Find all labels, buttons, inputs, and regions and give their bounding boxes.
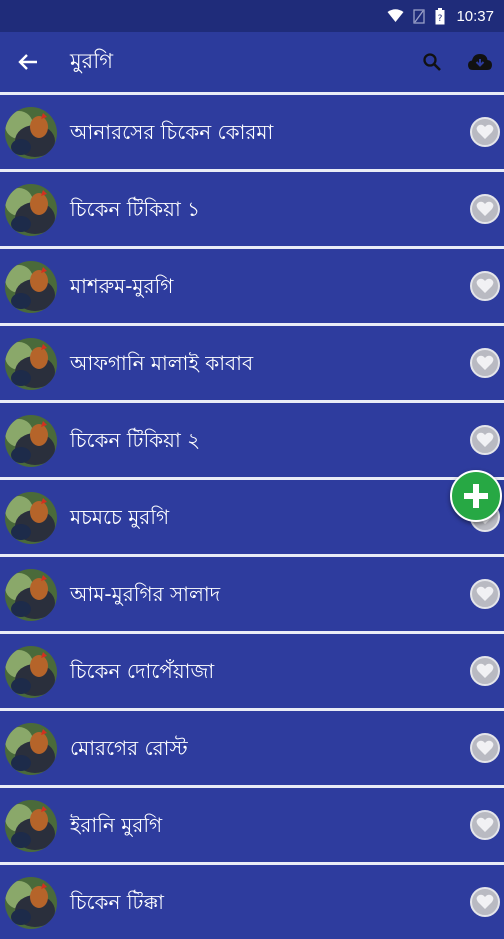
heart-icon[interactable] (470, 194, 500, 224)
recipe-row[interactable]: মোরগের রোস্ট (0, 708, 504, 785)
recipe-title: মোরগের রোস্ট (70, 736, 188, 760)
heart-icon[interactable] (470, 733, 500, 763)
recipe-title: চিকেন দোপেঁয়াজা (70, 659, 215, 683)
recipe-title: চিকেন টিকিয়া ২ (70, 428, 201, 452)
search-button[interactable] (408, 32, 456, 92)
recipe-thumbnail (5, 800, 57, 852)
cloud-download-icon (468, 54, 492, 70)
recipe-row[interactable]: ইরানি মুরগি (0, 785, 504, 862)
recipe-row[interactable]: চিকেন টিক্কা (0, 862, 504, 939)
download-button[interactable] (456, 32, 504, 92)
recipe-row[interactable]: মাশরুম-মুরগি (0, 246, 504, 323)
heart-icon[interactable] (470, 348, 500, 378)
signal-off-icon (413, 9, 426, 24)
recipe-row[interactable]: আনারসের চিকেন কোরমা (0, 92, 504, 169)
heart-icon[interactable] (470, 810, 500, 840)
battery-icon: ? (435, 7, 445, 24)
back-button[interactable] (0, 32, 56, 92)
recipe-title: আনারসের চিকেন কোরমা (70, 120, 274, 144)
recipe-title: আফগানি মালাই কাবাব (70, 351, 254, 375)
app-bar: মুরগি (0, 32, 504, 92)
status-bar: ? 10:37 (0, 0, 504, 32)
plus-icon (464, 484, 488, 508)
recipe-thumbnail (5, 877, 57, 929)
recipe-thumbnail (5, 646, 57, 698)
arrow-left-icon (18, 54, 37, 70)
heart-icon[interactable] (470, 425, 500, 455)
recipe-thumbnail (5, 184, 57, 236)
recipe-row[interactable]: চিকেন দোপেঁয়াজা (0, 631, 504, 708)
recipe-thumbnail (5, 261, 57, 313)
recipe-title: চিকেন টিক্কা (70, 890, 164, 914)
heart-icon[interactable] (470, 271, 500, 301)
heart-icon[interactable] (470, 887, 500, 917)
recipe-row[interactable]: আফগানি মালাই কাবাব (0, 323, 504, 400)
recipe-thumbnail (5, 338, 57, 390)
recipe-thumbnail (5, 415, 57, 467)
recipe-thumbnail (5, 723, 57, 775)
page-title: মুরগি (70, 48, 113, 73)
recipe-title: মচমচে মুরগি (70, 505, 170, 529)
add-button[interactable] (450, 470, 502, 522)
recipe-title: মাশরুম-মুরগি (70, 274, 174, 298)
recipe-row[interactable]: আম-মুরগির সালাদ (0, 554, 504, 631)
wifi-icon (387, 9, 404, 22)
heart-icon[interactable] (470, 117, 500, 147)
recipe-row[interactable]: মচমচে মুরগি (0, 477, 504, 554)
recipe-thumbnail (5, 107, 57, 159)
recipe-title: ইরানি মুরগি (70, 813, 163, 837)
recipe-thumbnail (5, 492, 57, 544)
recipe-row[interactable]: চিকেন টিকিয়া ২ (0, 400, 504, 477)
heart-icon[interactable] (470, 656, 500, 686)
recipe-thumbnail (5, 569, 57, 621)
status-time: 10:37 (456, 7, 494, 25)
recipe-title: আম-মুরগির সালাদ (70, 582, 221, 606)
heart-icon[interactable] (470, 579, 500, 609)
svg-text:?: ? (438, 14, 443, 24)
recipe-row[interactable]: চিকেন টিকিয়া ১ (0, 169, 504, 246)
recipe-list: আনারসের চিকেন কোরমা চিকেন টিকিয়া ১ মাশরুম… (0, 92, 504, 939)
recipe-title: চিকেন টিকিয়া ১ (70, 197, 201, 221)
search-icon (423, 53, 441, 71)
